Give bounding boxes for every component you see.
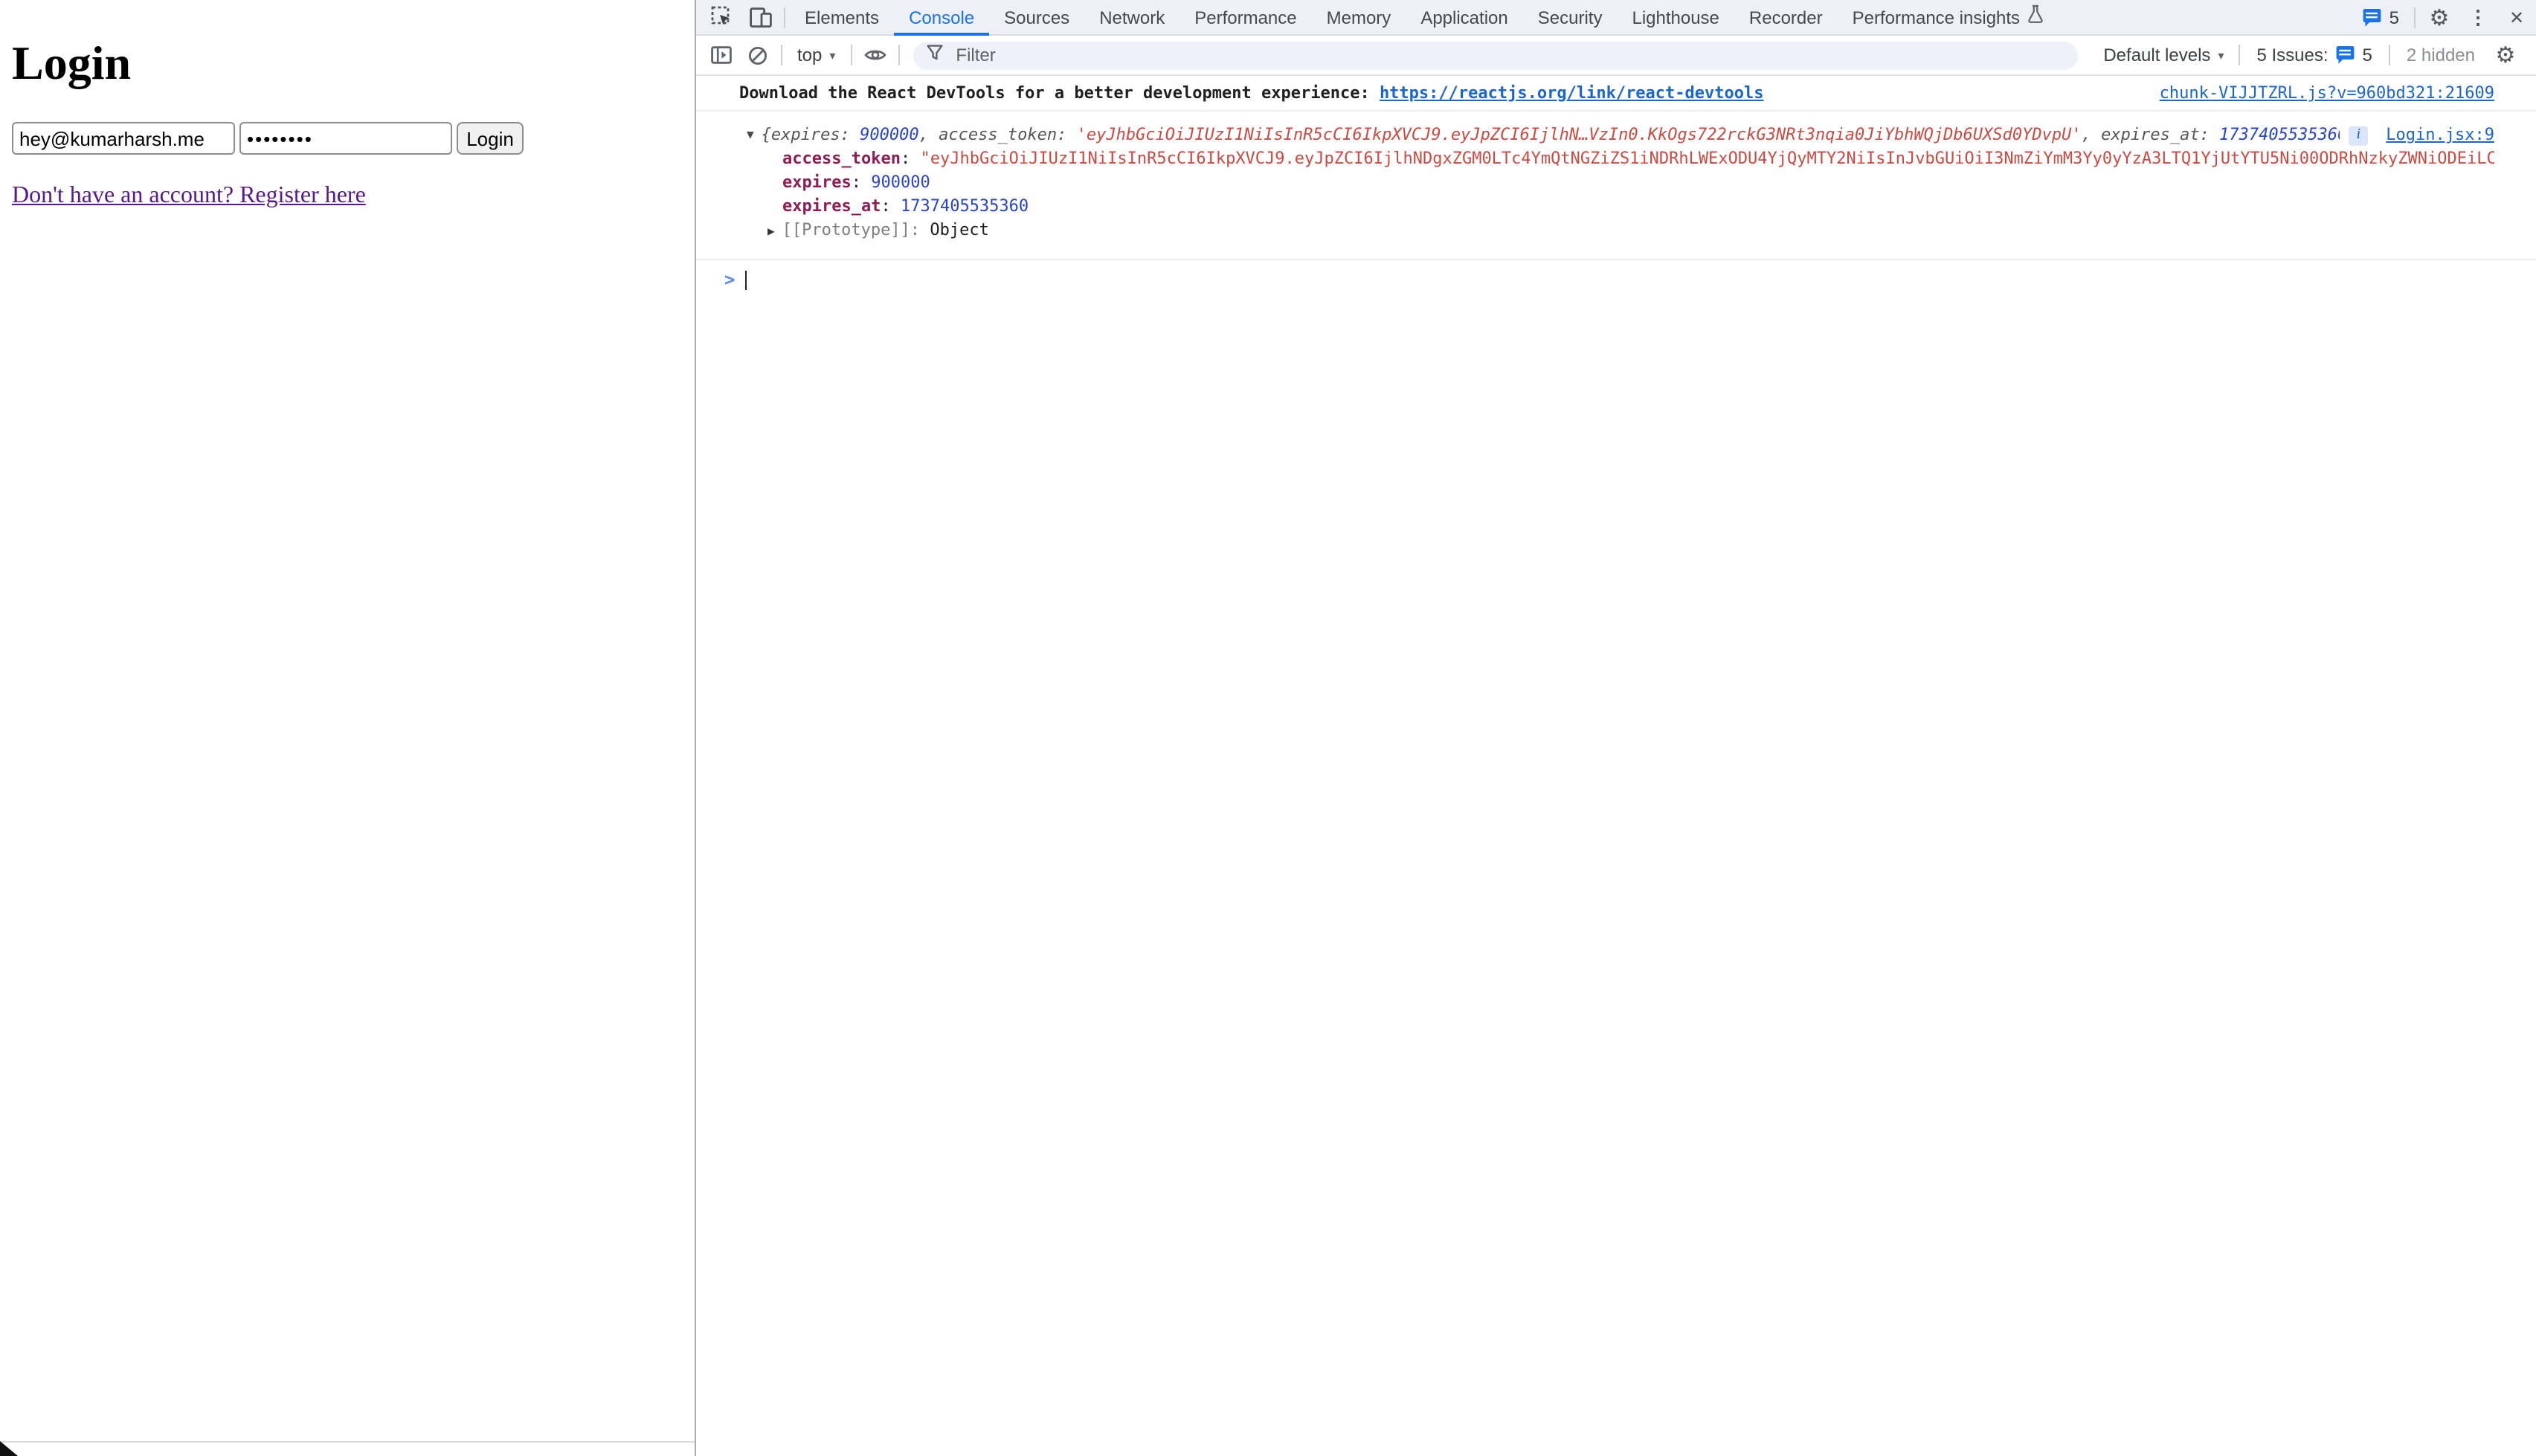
chevron-down-icon: ▾ (2218, 48, 2224, 62)
tab-performance[interactable]: Performance (1180, 0, 1311, 35)
console-prompt[interactable]: > (696, 260, 2536, 299)
console-messages: Download the React DevTools for a better… (696, 76, 2536, 1456)
tab-recorder[interactable]: Recorder (1734, 0, 1838, 35)
tab-console[interactable]: Console (894, 0, 989, 35)
register-link[interactable]: Don't have an account? Register here (12, 183, 366, 210)
divider (2239, 45, 2240, 65)
login-form: Login (12, 122, 695, 155)
context-label: top (797, 45, 822, 65)
preview-key: expires_at (2101, 125, 2199, 144)
devtools-panel: Elements Console Sources Network Perform… (696, 0, 2536, 1456)
tab-network[interactable]: Network (1084, 0, 1180, 35)
device-toolbar-icon[interactable] (741, 0, 779, 35)
property-key: expires (782, 173, 852, 192)
clear-console-icon[interactable] (739, 36, 776, 74)
show-sidebar-icon[interactable] (702, 36, 739, 74)
text-cursor (745, 270, 747, 289)
filter-box[interactable] (913, 41, 2078, 69)
devtools-tabbar: Elements Console Sources Network Perform… (696, 0, 2536, 36)
info-icon: i (2349, 126, 2368, 145)
login-button[interactable]: Login (457, 122, 524, 155)
issues-bubble-icon (2336, 46, 2355, 64)
issues-counter[interactable]: 5 Issues: 5 (2244, 45, 2384, 65)
issues-label: 5 Issues: (2256, 45, 2328, 65)
create-live-expression-eye-icon[interactable] (856, 36, 893, 74)
email-field[interactable] (12, 122, 235, 155)
message-bubble-icon (2363, 8, 2382, 26)
password-field[interactable] (239, 122, 452, 155)
object-preview-line: ▼ {expires: 900000, access_token: 'eyJhb… (696, 123, 2494, 147)
console-messages-badge[interactable]: 5 (2352, 7, 2410, 28)
property-key: access_token (782, 149, 901, 168)
preview-value: 'eyJhbGciOiJIUzI1NiIsInR5cCI6IkpXVCJ9.ey… (1077, 125, 2082, 144)
console-settings-gear-icon[interactable]: ⚙ (2487, 36, 2524, 74)
property-key: expires_at (782, 196, 881, 216)
tab-label: Performance insights (1853, 0, 2020, 35)
console-message-object-log: ▼ {expires: 900000, access_token: 'eyJhb… (696, 112, 2536, 260)
message-text: Download the React DevTools for a better… (739, 82, 1380, 106)
console-toolbar-right: Default levels ▾ 5 Issues: 5 2 hidden (2093, 36, 2524, 74)
tab-lighthouse[interactable]: Lighthouse (1617, 0, 1734, 35)
prototype-value: Object (930, 220, 989, 239)
window-bottom-edge (0, 1441, 695, 1443)
twisty-open-icon[interactable]: ▼ (747, 123, 754, 147)
filter-input[interactable] (953, 43, 2064, 67)
filter-funnel-icon (926, 45, 942, 65)
preview-value: 900000 (860, 125, 919, 144)
divider (850, 45, 852, 65)
log-levels-dropdown[interactable]: Default levels ▾ (2093, 45, 2234, 65)
divider (781, 45, 782, 65)
object-preview: {expires: 900000, access_token: 'eyJhbGc… (762, 123, 2340, 147)
prompt-chevron-icon: > (724, 268, 735, 291)
source-link-login-jsx[interactable]: Login.jsx:9 (2368, 123, 2494, 147)
chevron-down-icon: ▾ (829, 48, 835, 62)
property-value: "eyJhbGciOiJIUzI1NiIsInR5cCI6IkpXVCJ9.ey… (920, 149, 2494, 168)
tab-application[interactable]: Application (1406, 0, 1522, 35)
property-value: 1737405535360 (901, 196, 1029, 216)
context-selector[interactable]: top ▾ (787, 45, 846, 65)
settings-gear-icon[interactable]: ⚙ (2420, 0, 2459, 35)
tab-sources[interactable]: Sources (989, 0, 1084, 35)
experiment-flask-icon (2027, 0, 2044, 35)
corner-cursor-artifact (0, 1441, 18, 1456)
more-options-icon[interactable]: ⋮ (2459, 0, 2497, 35)
console-toolbar: top ▾ Default l (696, 36, 2536, 76)
close-devtools-icon[interactable]: ✕ (2497, 0, 2536, 35)
levels-label: Default levels (2103, 45, 2210, 65)
page-title: Login (12, 36, 695, 91)
tab-performance-insights[interactable]: Performance insights (1838, 0, 2059, 35)
object-property-access-token: access_token: "eyJhbGciOiJIUzI1NiIsInR5c… (696, 147, 2494, 171)
object-property-expires-at: expires_at: 1737405535360 (696, 195, 2494, 219)
object-property-expires: expires: 900000 (696, 171, 2494, 195)
login-page: Login Login Don't have an account? Regis… (0, 0, 696, 1456)
twisty-closed-icon[interactable]: ▶ (767, 225, 775, 238)
tab-security[interactable]: Security (1523, 0, 1618, 35)
screenshot-root: Login Login Don't have an account? Regis… (0, 0, 2536, 1456)
issues-count: 5 (2363, 45, 2372, 65)
preview-value: 1737405535360 (2219, 125, 2340, 144)
tab-elements[interactable]: Elements (790, 0, 894, 35)
object-prototype-row: ▶[[Prototype]]: Object (696, 219, 2494, 244)
preview-key: access_token (939, 125, 1057, 144)
divider (784, 7, 785, 28)
inspect-element-icon[interactable] (702, 0, 741, 35)
divider (2414, 7, 2416, 28)
messages-count: 5 (2389, 7, 2399, 28)
prototype-key: [[Prototype]] (782, 220, 910, 239)
preview-key: expires (771, 125, 840, 144)
hidden-messages-label: 2 hidden (2395, 45, 2487, 65)
source-link-chunk[interactable]: chunk-VIJJTZRL.js?v=960bd321:21609 (2142, 82, 2494, 106)
tab-memory[interactable]: Memory (1312, 0, 1406, 35)
divider (898, 45, 899, 65)
divider (2389, 45, 2390, 65)
console-message-react-devtools: Download the React DevTools for a better… (696, 76, 2536, 112)
react-devtools-link[interactable]: https://reactjs.org/link/react-devtools (1380, 82, 1764, 106)
property-value: 900000 (871, 173, 930, 192)
